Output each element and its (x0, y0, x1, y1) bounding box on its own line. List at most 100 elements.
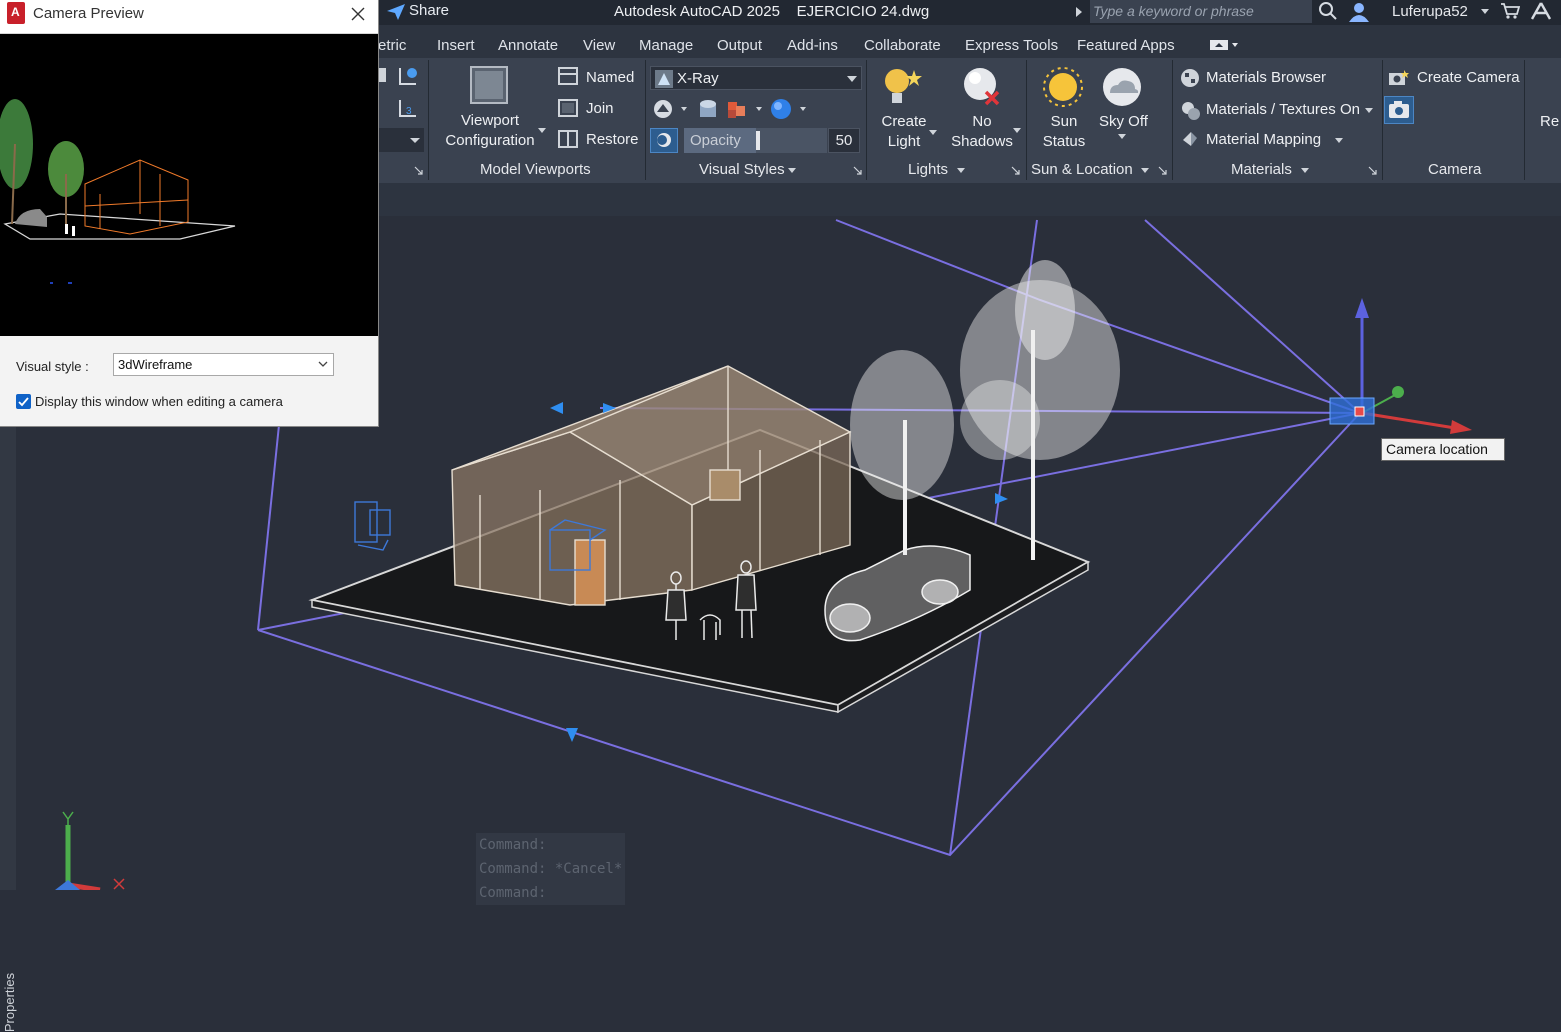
search-icon[interactable] (1318, 1, 1338, 21)
lights-panel-title[interactable]: Lights (908, 161, 948, 178)
share-icon[interactable] (386, 3, 406, 21)
camera-preview-toggle[interactable] (1384, 96, 1414, 124)
create-light-icon[interactable] (880, 66, 924, 108)
face-effects-icon[interactable] (697, 98, 719, 120)
material-color-icon[interactable] (726, 98, 766, 120)
close-icon[interactable] (350, 6, 366, 22)
tab-parametric[interactable]: etric (378, 37, 406, 54)
materials-browser-icon[interactable] (1180, 68, 1200, 88)
shadow-display-icon[interactable] (770, 98, 810, 120)
render-panel-partial-label[interactable]: Re (1540, 113, 1559, 131)
panel-launcher-icon[interactable] (1158, 166, 1168, 176)
named-button[interactable]: Named (586, 69, 634, 87)
panel-launcher-icon[interactable] (414, 166, 424, 176)
ucs-dropdown[interactable] (378, 128, 424, 152)
dialog-titlebar[interactable]: A Camera Preview (0, 0, 378, 34)
panel-launcher-icon[interactable] (1368, 166, 1378, 176)
opacity-label: Opacity (690, 132, 741, 149)
materials-textures-button[interactable]: Materials / Textures On (1206, 101, 1360, 119)
create-light-label-1[interactable]: Create (870, 113, 938, 131)
chevron-down-icon[interactable] (1118, 134, 1126, 140)
named-viewports-icon[interactable] (558, 67, 578, 85)
chevron-down-icon[interactable] (1301, 168, 1309, 174)
ucs-3point-icon[interactable]: 3 (396, 98, 420, 120)
sky-off-label[interactable]: Sky Off (1099, 113, 1148, 131)
opacity-value-field[interactable]: 50 (828, 128, 860, 153)
material-mapping-icon[interactable] (1181, 130, 1199, 148)
tab-collaborate[interactable]: Collaborate (864, 37, 941, 54)
panel-launcher-icon[interactable] (1011, 166, 1021, 176)
autodesk-logo-icon[interactable] (1530, 1, 1552, 21)
chevron-down-icon[interactable] (1480, 8, 1490, 16)
edge-effects-icon[interactable] (653, 98, 689, 120)
grip-arrow-left[interactable] (550, 402, 563, 414)
username-label[interactable]: Luferupa52 (1392, 3, 1468, 20)
material-mapping-button[interactable]: Material Mapping (1206, 131, 1321, 149)
tab-annotate[interactable]: Annotate (498, 37, 558, 54)
chevron-down-icon[interactable] (1141, 168, 1149, 174)
tab-express-tools[interactable]: Express Tools (965, 37, 1058, 54)
grip-arrow-bottom[interactable] (566, 728, 578, 742)
no-shadows-label-2[interactable]: Shadows (948, 133, 1016, 151)
user-icon[interactable] (1348, 1, 1370, 23)
tab-insert[interactable]: Insert (437, 37, 475, 54)
chevron-down-icon[interactable] (957, 168, 965, 174)
chevron-down-icon[interactable] (929, 130, 937, 136)
properties-label[interactable]: Properties (2, 973, 17, 1032)
viewport-config-label-2[interactable]: Configuration (440, 132, 540, 150)
display-window-checkbox[interactable] (16, 394, 31, 409)
properties-palette-strip[interactable]: Properties (0, 427, 17, 1032)
visual-styles-panel-title[interactable]: Visual Styles (699, 161, 785, 178)
create-light-label-2[interactable]: Light (870, 133, 938, 151)
cart-icon[interactable] (1500, 2, 1520, 20)
viewport-configuration-icon[interactable] (470, 66, 508, 104)
sky-off-icon[interactable] (1100, 67, 1144, 107)
display-window-checkbox-label[interactable]: Display this window when editing a camer… (35, 394, 283, 409)
sun-status-label-1[interactable]: Sun (1030, 113, 1098, 131)
materials-panel-title[interactable]: Materials (1231, 161, 1292, 178)
materials-browser-button[interactable]: Materials Browser (1206, 69, 1326, 87)
opacity-slider[interactable]: Opacity (684, 128, 827, 153)
viewport-config-label-1[interactable]: Viewport (440, 112, 540, 130)
sun-status-label-2[interactable]: Status (1030, 133, 1098, 151)
restore-button[interactable]: Restore (586, 131, 639, 149)
visual-style-dropdown[interactable]: X-Ray (650, 66, 862, 90)
sun-status-icon[interactable] (1042, 66, 1084, 108)
chevron-down-icon[interactable] (538, 128, 546, 134)
search-input[interactable]: Type a keyword or phrase (1090, 0, 1312, 23)
ucs-tool-icon[interactable] (378, 66, 388, 86)
file-tab-bar (378, 183, 1561, 216)
tab-view[interactable]: View (583, 37, 615, 54)
command-history: Command: Command: *Cancel* Command: (476, 833, 626, 905)
chevron-down-icon[interactable] (1013, 128, 1021, 134)
chevron-down-icon[interactable] (1365, 108, 1373, 114)
create-camera-button[interactable]: Create Camera (1417, 69, 1520, 87)
ucs-origin-icon[interactable] (396, 66, 420, 88)
panel-launcher-icon[interactable] (853, 166, 863, 176)
visual-style-select[interactable]: 3dWireframe (113, 353, 334, 376)
materials-textures-icon[interactable] (1180, 100, 1200, 120)
share-button[interactable]: Share (409, 2, 449, 19)
tab-add-ins[interactable]: Add-ins (787, 37, 838, 54)
no-shadows-label-1[interactable]: No (948, 113, 1016, 131)
create-camera-icon[interactable] (1388, 68, 1410, 88)
tab-featured-apps[interactable]: Featured Apps (1077, 37, 1175, 54)
camera-gizmo[interactable] (1329, 298, 1472, 434)
restore-viewports-icon[interactable] (558, 130, 578, 148)
model-viewports-panel-title[interactable]: Model Viewports (480, 161, 591, 178)
ribbon-minimize-icon[interactable] (1210, 39, 1240, 51)
join-viewports-icon[interactable] (558, 99, 578, 117)
no-shadows-icon[interactable] (962, 66, 1002, 108)
grip-arrow-mid[interactable] (995, 493, 1008, 504)
chevron-down-icon[interactable] (788, 168, 796, 174)
tab-output[interactable]: Output (717, 37, 762, 54)
expand-arrow-icon[interactable] (1075, 6, 1083, 18)
camera-panel-title[interactable]: Camera (1428, 161, 1481, 178)
join-button[interactable]: Join (586, 100, 614, 118)
ribbon: 3 Viewport Configuration Named Join Rest… (378, 58, 1561, 184)
xray-toggle-button[interactable] (650, 128, 678, 153)
tab-manage[interactable]: Manage (639, 37, 693, 54)
sun-location-panel-title[interactable]: Sun & Location (1031, 161, 1133, 178)
chevron-down-icon[interactable] (1335, 138, 1343, 144)
ucs-icon (55, 811, 125, 890)
